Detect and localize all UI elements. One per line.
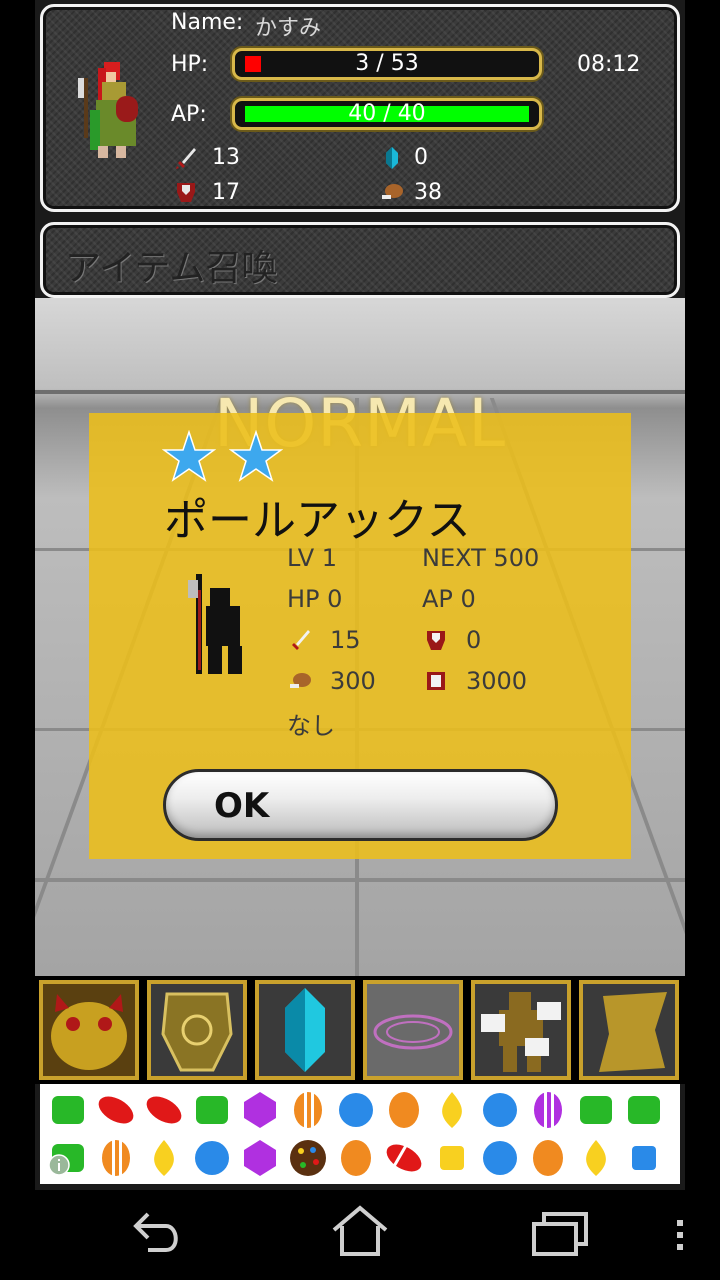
- yellow-candy-icon: [442, 1092, 462, 1128]
- striped-candy-icon: [534, 1092, 562, 1128]
- item-name: ポールアックス: [164, 495, 471, 546]
- armor-icon: [427, 631, 445, 650]
- purple-candy-icon: [244, 1092, 276, 1128]
- menu-golem-button[interactable]: [471, 980, 571, 1080]
- sell-price-icon: [427, 672, 445, 690]
- menu-summon-beast-button[interactable]: [39, 980, 139, 1080]
- yellow-candy-icon: [586, 1140, 606, 1176]
- magic-circle-icon: [373, 1014, 453, 1050]
- crystal-icon: [386, 147, 398, 169]
- red-candy-icon: [146, 1096, 182, 1124]
- item-attack: 15: [330, 626, 361, 654]
- back-icon[interactable]: [130, 1206, 186, 1256]
- ad-banner[interactable]: [40, 1084, 680, 1184]
- screen-title: アイテム召喚: [65, 248, 278, 289]
- recent-apps-icon[interactable]: [530, 1210, 590, 1256]
- wrapped-candy-icon: [632, 1146, 656, 1170]
- player-name: かすみ: [255, 16, 322, 41]
- orange-candy-icon: [341, 1140, 371, 1176]
- item-defense: 0: [466, 626, 482, 654]
- item-level: LV 1: [287, 544, 338, 572]
- food-icon: [290, 673, 311, 688]
- overflow-menu-icon[interactable]: [674, 1218, 686, 1252]
- item-skill: なし: [287, 712, 335, 740]
- hero-portrait-icon: [78, 62, 138, 158]
- armor-icon: [177, 183, 195, 202]
- item-hp: HP 0: [287, 585, 343, 613]
- striped-candy-icon: [294, 1092, 322, 1128]
- blue-candy-icon: [339, 1093, 373, 1127]
- hp-label: HP:: [171, 52, 209, 77]
- blue-candy-icon: [195, 1141, 229, 1175]
- green-candy-icon: [196, 1096, 228, 1124]
- menu-scroll-button[interactable]: [579, 980, 679, 1080]
- hp-bar: 3 / 53: [232, 48, 542, 80]
- green-candy-icon: [52, 1096, 84, 1124]
- ap-bar-text: 40 / 40: [348, 101, 426, 126]
- item-next-exp: NEXT 500: [422, 544, 540, 572]
- menu-crystal-button[interactable]: [255, 980, 355, 1080]
- item-ap: AP 0: [422, 585, 476, 613]
- green-candy-icon: [580, 1096, 612, 1124]
- golem-icon: [481, 992, 561, 1072]
- ok-button[interactable]: OK: [163, 769, 558, 841]
- crystal-icon: [285, 988, 325, 1072]
- polearm-silhouette-icon: [188, 574, 242, 674]
- hp-bar-text: 3 / 53: [355, 51, 419, 76]
- green-candy-icon: [628, 1096, 660, 1124]
- menu-armor-button[interactable]: [147, 980, 247, 1080]
- ap-label: AP:: [171, 102, 207, 127]
- red-candy-icon: [98, 1096, 134, 1124]
- defense-value: 17: [212, 180, 240, 205]
- crystal-value: 0: [414, 145, 428, 170]
- ap-bar: 40 / 40: [232, 98, 542, 130]
- item-food-cost: 300: [330, 667, 376, 695]
- scroll-icon: [599, 992, 667, 1072]
- summon-beast-icon: [51, 994, 127, 1070]
- yellow-candy-icon: [154, 1140, 174, 1176]
- food-icon: [382, 184, 403, 199]
- item-sell-price: 3000: [466, 667, 528, 695]
- orange-candy-icon: [389, 1092, 419, 1128]
- food-value: 38: [414, 180, 442, 205]
- rarity-star-icon: [162, 430, 216, 482]
- name-label: Name:: [171, 10, 244, 35]
- sword-icon: [292, 630, 310, 650]
- wrapped-candy-icon: [440, 1146, 464, 1170]
- attack-value: 13: [212, 145, 240, 170]
- menu-magic-circle-button[interactable]: [363, 980, 463, 1080]
- ok-button-label: OK: [214, 786, 270, 826]
- blue-candy-icon: [483, 1141, 517, 1175]
- home-icon[interactable]: [330, 1204, 390, 1258]
- clock: 08:12: [577, 52, 641, 77]
- orange-candy-icon: [533, 1140, 563, 1176]
- ad-info-icon[interactable]: [48, 1154, 70, 1176]
- striped-candy-icon: [386, 1141, 422, 1172]
- purple-candy-icon: [244, 1140, 276, 1176]
- striped-candy-icon: [102, 1140, 130, 1176]
- rarity-star-icon: [229, 430, 283, 482]
- sword-icon: [176, 148, 196, 169]
- screen-title-panel: アイテム召喚: [40, 222, 680, 298]
- armor-icon: [161, 992, 233, 1072]
- blue-candy-icon: [483, 1093, 517, 1127]
- color-bomb-icon: [290, 1140, 326, 1176]
